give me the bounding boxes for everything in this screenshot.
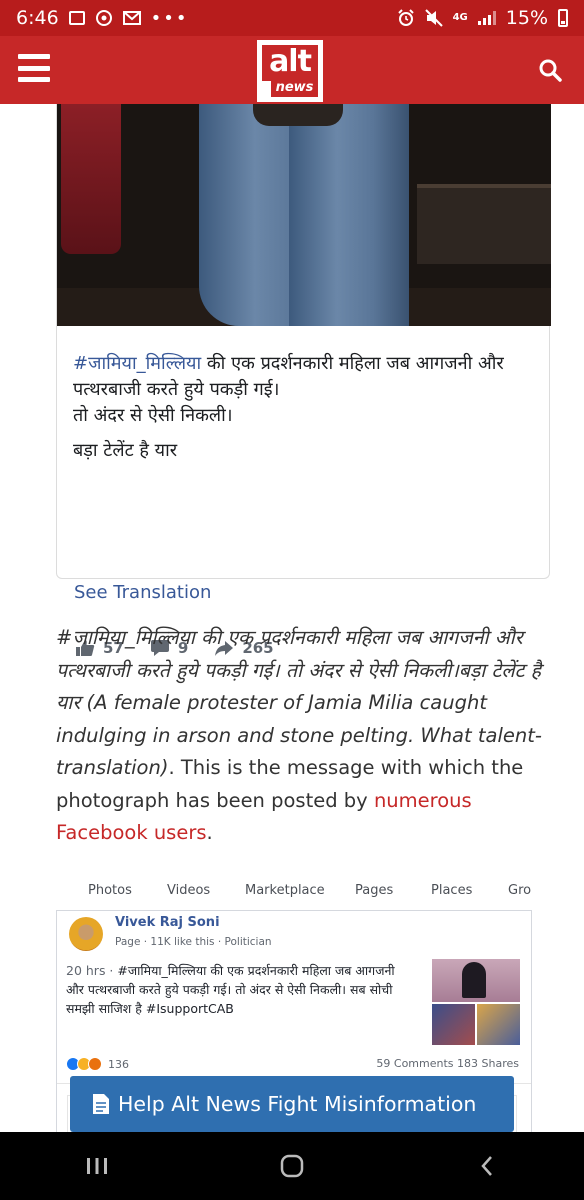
article-end: . [206, 821, 213, 844]
status-left: 6:46 ••• [16, 7, 189, 29]
document-icon [93, 1094, 109, 1114]
fb-tab-videos: Videos [167, 883, 211, 898]
see-translation-link[interactable]: See Translation [74, 582, 211, 603]
signal-icon [477, 11, 496, 25]
post-photo[interactable] [57, 104, 551, 326]
recent-apps-icon[interactable] [67, 1146, 127, 1186]
hamburger-menu-icon[interactable] [18, 54, 50, 82]
mail-icon [122, 11, 141, 25]
search-icon[interactable] [538, 58, 562, 82]
fb-comment-share-counts: 59 Comments 183 Shares [376, 1057, 519, 1070]
angry-reaction-icon [88, 1057, 102, 1071]
battery-icon [558, 9, 568, 27]
battery-percent: 15% [505, 7, 548, 29]
fb-page-name: Vivek Raj Soni [115, 915, 220, 930]
android-nav-bar [0, 1132, 584, 1200]
embedded-post-card: #जामिया_मिल्लिया की एक प्रदर्शनकारी महिल… [56, 104, 551, 657]
more-notifications-icon: ••• [150, 7, 189, 29]
fb-post-image-3 [477, 1004, 520, 1045]
status-bar: 6:46 ••• 4G 15% [0, 0, 584, 36]
post-line3: बड़ा टेलेंट है यार [73, 440, 178, 461]
fb-avatar [69, 917, 103, 951]
sync-icon [95, 10, 112, 26]
fb-page-meta: Page · 11K like this · Politician [115, 936, 272, 948]
network-type: 4G [452, 12, 468, 23]
fb-reaction-count: 136 [108, 1057, 129, 1071]
fb-tab-photos: Photos [88, 883, 132, 898]
home-icon[interactable] [262, 1146, 322, 1186]
status-right: 4G 15% [397, 7, 568, 29]
gallery-icon [68, 11, 85, 25]
status-time: 6:46 [16, 7, 59, 29]
article-paragraph: #जामिया_मिल्लिया की एक प्रदर्शनकारी महिल… [56, 622, 546, 850]
help-alt-news-label: Help Alt News Fight Misinformation [118, 1092, 477, 1116]
alarm-icon [397, 9, 414, 26]
alt-news-logo[interactable]: alt news [257, 40, 323, 102]
fb-post-images [432, 959, 520, 1045]
mute-icon [424, 9, 443, 27]
fb-post-time: 20 hrs · [66, 963, 118, 978]
fb-tab-places: Places [431, 883, 473, 898]
logo-alt-text: alt [262, 45, 318, 81]
fb-tab-groups: Gro [508, 883, 532, 898]
fb-tab-marketplace: Marketplace [245, 883, 325, 898]
fb-post-image-1 [432, 959, 520, 1002]
help-alt-news-button[interactable]: Help Alt News Fight Misinformation [70, 1076, 514, 1132]
back-icon[interactable] [457, 1146, 517, 1186]
post-line2: तो अंदर से ऐसी निकली। [73, 405, 233, 426]
logo-news-text: news [271, 79, 318, 97]
fb-post-image-2 [432, 1004, 475, 1045]
post-hashtag[interactable]: #जामिया_मिल्लिया [73, 353, 201, 374]
fb-reactions: 136 [66, 1057, 129, 1071]
fb-screenshot-tabs: Photos Videos Marketplace Pages Places G… [56, 880, 546, 904]
fb-post-body: 20 hrs · #जामिया_मिल्लिया की एक प्रदर्शन… [66, 961, 398, 1018]
post-text: #जामिया_मिल्लिया की एक प्रदर्शनकारी महिल… [73, 351, 543, 473]
fb-tab-pages: Pages [355, 883, 394, 898]
app-header: alt news [0, 36, 584, 104]
